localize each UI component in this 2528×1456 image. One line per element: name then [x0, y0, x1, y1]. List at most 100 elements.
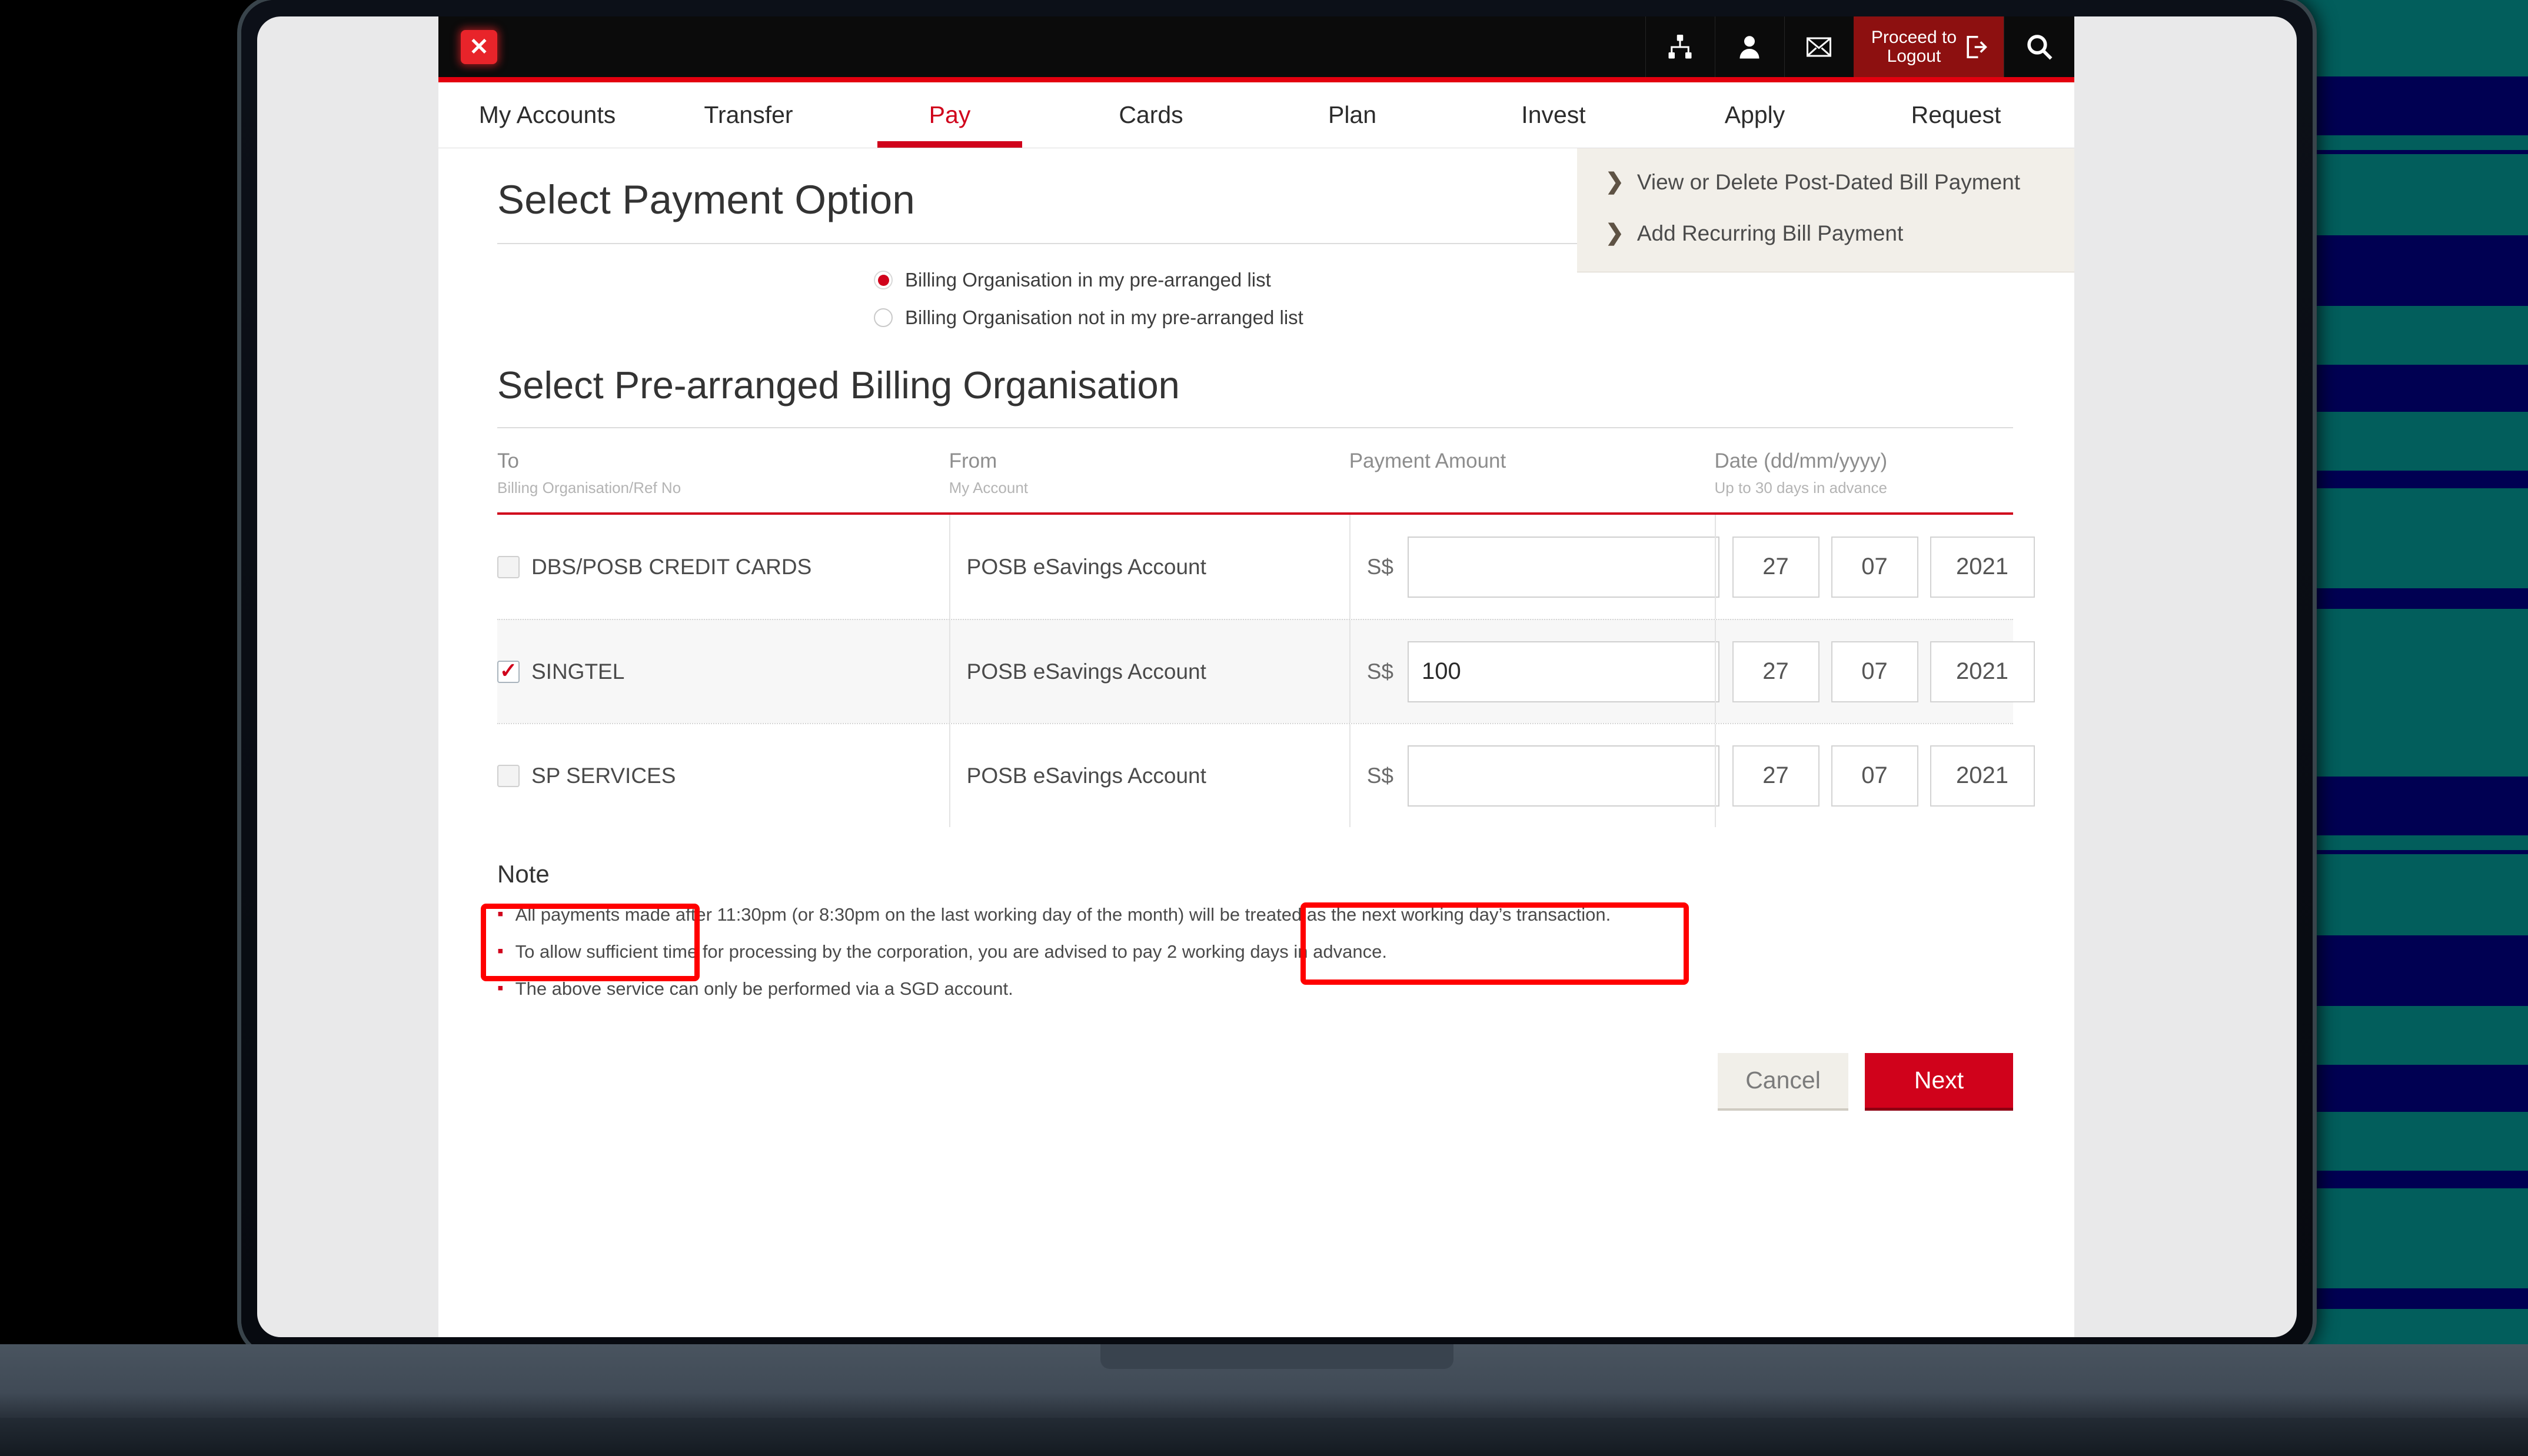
link-add-recurring-bill-payment[interactable]: ❯ Add Recurring Bill Payment: [1605, 219, 2051, 248]
sitemap-icon[interactable]: [1645, 16, 1715, 77]
cell-organisation: DBS/POSB CREDIT CARDS: [497, 515, 949, 619]
date-group: [1732, 641, 2035, 702]
checkbox-icon[interactable]: [497, 764, 520, 787]
radio-selected-icon[interactable]: [874, 271, 893, 289]
radio-not-prearranged-list[interactable]: Billing Organisation not in my pre-arran…: [874, 306, 2013, 329]
account-label: POSB eSavings Account: [966, 659, 1206, 684]
search-icon[interactable]: [2004, 16, 2074, 77]
amount-input[interactable]: [1407, 745, 1719, 807]
nav-item-apply[interactable]: Apply: [1654, 82, 1855, 148]
organisation-label: SINGTEL: [531, 659, 625, 684]
cell-amount: S$: [1349, 515, 1719, 619]
link-view-delete-post-dated-bill-payment[interactable]: ❯ View or Delete Post-Dated Bill Payment: [1605, 168, 2051, 197]
column-header-secondary: Billing Organisation/Ref No: [497, 479, 681, 497]
month-input[interactable]: [1831, 641, 1918, 702]
radio-label: Billing Organisation in my pre-arranged …: [905, 269, 1271, 291]
note-text: The above service can only be performed …: [515, 978, 1013, 999]
day-input[interactable]: [1732, 745, 1820, 807]
year-input[interactable]: [1930, 536, 2035, 598]
note-list: ▪ All payments made after 11:30pm (or 8:…: [497, 902, 2013, 1001]
year-input[interactable]: [1930, 745, 2035, 807]
amount-input[interactable]: [1407, 536, 1719, 598]
checkbox-icon[interactable]: [497, 555, 520, 578]
note-title: Note: [497, 860, 550, 888]
note-list-item: ▪ All payments made after 11:30pm (or 8:…: [497, 902, 2013, 927]
account-label: POSB eSavings Account: [966, 763, 1206, 788]
nav-item-plan[interactable]: Plan: [1252, 82, 1453, 148]
link-label: View or Delete Post-Dated Bill Payment: [1636, 170, 2021, 194]
amount-group: S$: [1367, 536, 1719, 598]
radio-label: Billing Organisation not in my pre-arran…: [905, 306, 1303, 328]
billing-organisation-table: To Billing Organisation/Ref No From My A…: [497, 449, 2035, 827]
cancel-button[interactable]: Cancel: [1718, 1052, 1848, 1111]
organisation-label: DBS/POSB CREDIT CARDS: [531, 554, 812, 579]
envelope-icon[interactable]: [1784, 16, 1854, 77]
billing-title-divider: [497, 427, 2013, 428]
row-checkbox-dbs-posb-credit-cards[interactable]: DBS/POSB CREDIT CARDS: [497, 555, 811, 579]
billing-section-title: Select Pre-arranged Billing Organisation: [497, 364, 1180, 407]
radio-unselected-icon[interactable]: [874, 308, 893, 327]
nav-item-pay[interactable]: Pay: [849, 82, 1050, 148]
bullet-icon: ▪: [497, 904, 504, 924]
cell-account: POSB eSavings Account: [949, 724, 1349, 827]
column-header-primary: To: [497, 449, 519, 472]
column-header-to: To Billing Organisation/Ref No: [497, 449, 949, 497]
column-header-primary: Date (dd/mm/yyyy): [1714, 449, 1888, 472]
table-row: DBS/POSB CREDIT CARDS POSB eSavings Acco…: [497, 515, 2035, 619]
organisation-label: SP SERVICES: [531, 763, 676, 788]
date-group: [1732, 745, 2035, 807]
note-text: To allow sufficient time for processing …: [515, 941, 1387, 962]
bullet-icon: ▪: [497, 978, 504, 998]
payment-option-radio-group: Billing Organisation in my pre-arranged …: [497, 269, 2013, 329]
cell-amount: S$: [1349, 724, 1719, 827]
next-button[interactable]: Next: [1865, 1052, 2013, 1111]
nav-item-request[interactable]: Request: [1855, 82, 2057, 148]
account-label: POSB eSavings Account: [966, 554, 1206, 579]
table-row: SINGTEL POSB eSavings Account S$: [497, 619, 2035, 723]
note-section: Note ▪ All payments made after 11:30pm (…: [497, 860, 2013, 1001]
row-checkbox-sp-services[interactable]: SP SERVICES: [497, 764, 676, 788]
table-row: SP SERVICES POSB eSavings Account S$: [497, 723, 2035, 827]
cell-date: [1714, 515, 2035, 619]
row-checkbox-singtel[interactable]: SINGTEL: [497, 659, 624, 684]
brand-accent-line: [438, 77, 2074, 82]
month-input[interactable]: [1831, 745, 1918, 807]
column-header-date: Date (dd/mm/yyyy) Up to 30 days in advan…: [1715, 449, 2013, 497]
browser-page: ✕ Proceed to Logout My Accounts Transfer…: [438, 16, 2074, 1337]
page-content: Select Payment Option Billing Organisati…: [438, 176, 2074, 1111]
column-header-secondary: Up to 30 days in advance: [1714, 479, 1887, 497]
year-input[interactable]: [1930, 641, 2035, 702]
nav-item-transfer[interactable]: Transfer: [648, 82, 849, 148]
main-navigation: My Accounts Transfer Pay Cards Plan Inve…: [438, 82, 2074, 148]
stripe-pattern: [2289, 0, 2528, 1400]
nav-item-invest[interactable]: Invest: [1453, 82, 1654, 148]
column-header-payment-amount: Payment Amount: [1349, 449, 1715, 497]
link-label: Add Recurring Bill Payment: [1636, 221, 1904, 245]
day-input[interactable]: [1732, 641, 1820, 702]
radio-prearranged-list[interactable]: Billing Organisation in my pre-arranged …: [874, 269, 2013, 291]
close-icon[interactable]: ✕: [461, 29, 497, 64]
chevron-right-icon: ❯: [1605, 169, 1624, 194]
cell-organisation: SP SERVICES: [497, 724, 949, 827]
day-input[interactable]: [1732, 536, 1820, 598]
column-header-primary: Payment Amount: [1349, 449, 1506, 472]
cell-account: POSB eSavings Account: [949, 515, 1349, 619]
top-bar: ✕ Proceed to Logout: [438, 16, 2074, 77]
logout-label: Proceed to Logout: [1871, 27, 1957, 66]
amount-input[interactable]: [1407, 641, 1719, 702]
nav-item-my-accounts[interactable]: My Accounts: [447, 82, 648, 148]
cell-date: [1714, 620, 2035, 723]
user-icon[interactable]: [1714, 16, 1784, 77]
cell-account: POSB eSavings Account: [949, 620, 1349, 723]
nav-item-cards[interactable]: Cards: [1050, 82, 1252, 148]
checkbox-checked-icon[interactable]: [497, 660, 520, 683]
cell-organisation: SINGTEL: [497, 620, 949, 723]
proceed-to-logout-button[interactable]: Proceed to Logout: [1853, 16, 2004, 77]
cell-amount: S$: [1349, 620, 1719, 723]
note-list-item: ▪ To allow sufficient time for processin…: [497, 939, 2013, 964]
laptop-trackpad-notch: [1100, 1344, 1453, 1369]
chevron-right-icon: ❯: [1605, 220, 1624, 245]
table-header-row: To Billing Organisation/Ref No From My A…: [497, 449, 2013, 515]
month-input[interactable]: [1831, 536, 1918, 598]
note-list-item: ▪ The above service can only be performe…: [497, 977, 2013, 1001]
